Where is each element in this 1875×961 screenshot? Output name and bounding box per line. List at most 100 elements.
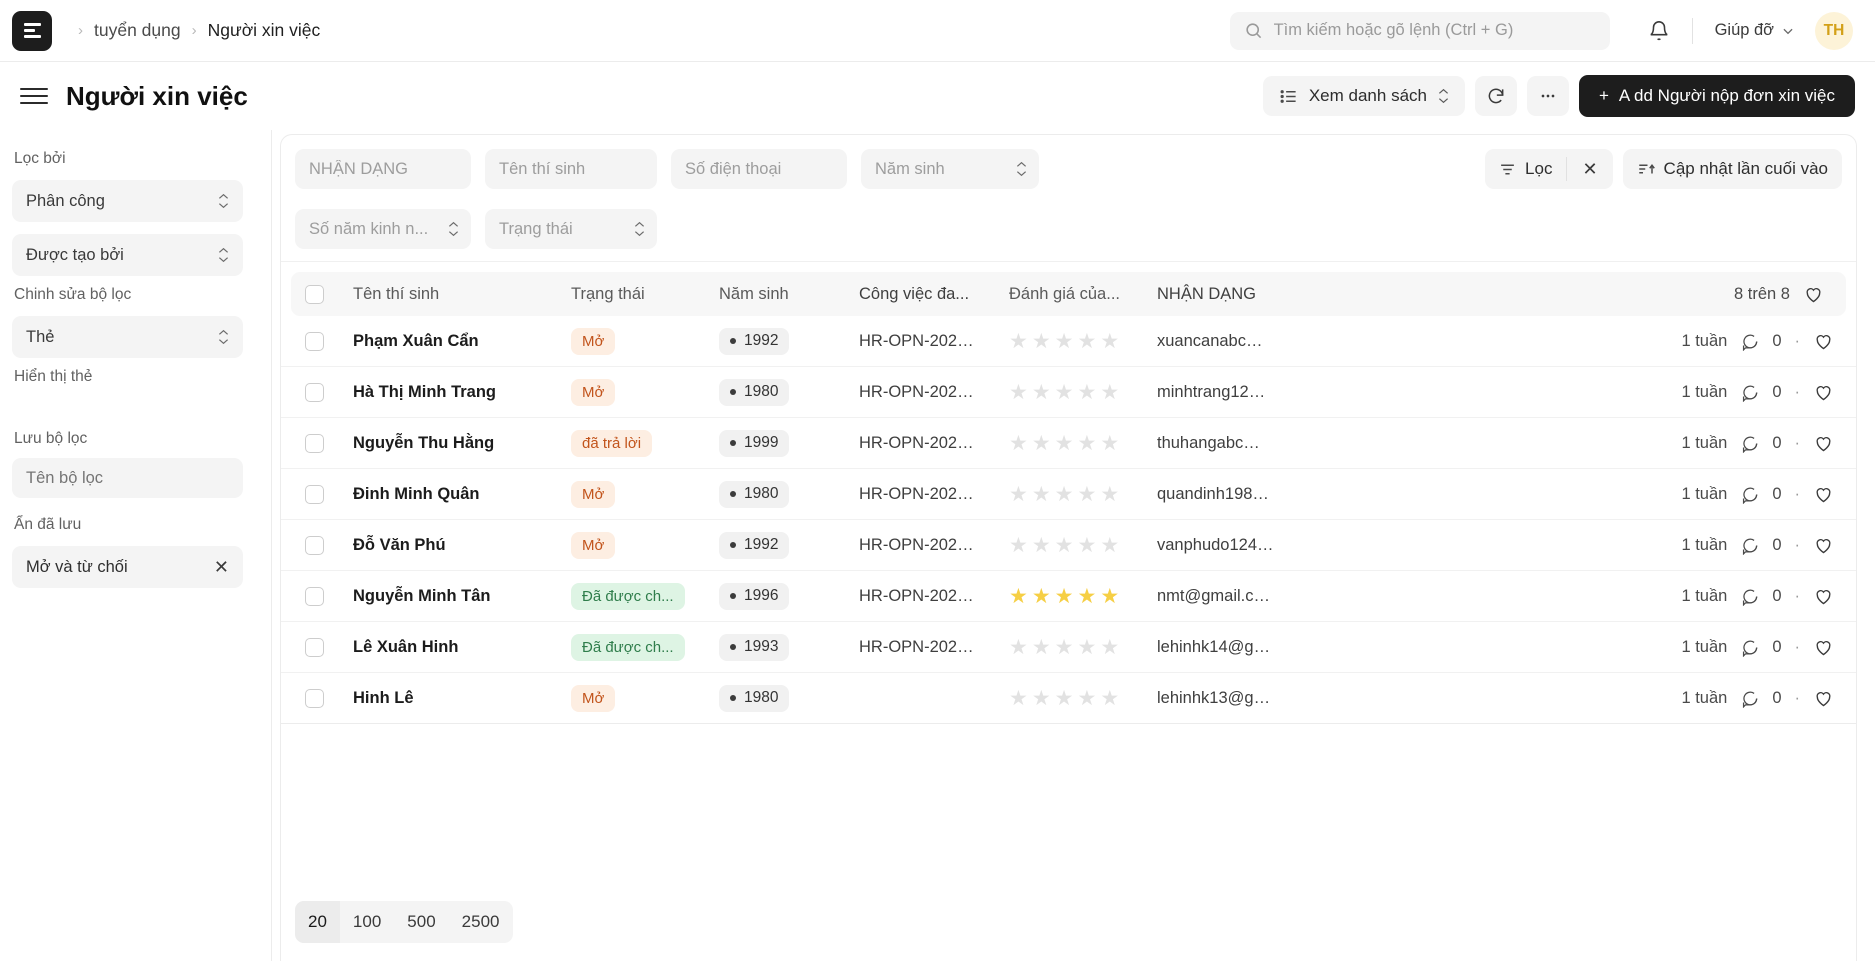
comment-icon[interactable] xyxy=(1740,332,1759,351)
created-by-select[interactable]: Được tạo bởi xyxy=(12,234,243,276)
filter-name-input[interactable] xyxy=(12,458,243,498)
comment-icon[interactable] xyxy=(1740,383,1759,402)
table-row[interactable]: Hinh Lê Mở 1980 ★ ★ ★ ★ ★ lehinhk13@g… 1 tuầ… xyxy=(281,673,1856,724)
star-icon[interactable]: ★ xyxy=(1055,433,1074,454)
rating-stars[interactable]: ★ ★ ★ ★ ★ xyxy=(1009,637,1157,658)
rating-stars[interactable]: ★ ★ ★ ★ ★ xyxy=(1009,382,1157,403)
cell-job[interactable]: HR-OPN-202… xyxy=(859,485,1009,504)
star-icon[interactable]: ★ xyxy=(1100,382,1119,403)
row-checkbox[interactable] xyxy=(305,433,324,453)
star-icon[interactable]: ★ xyxy=(1032,484,1051,505)
star-icon[interactable]: ★ xyxy=(1032,433,1051,454)
table-row[interactable]: Phạm Xuân Cẩn Mở 1992 HR-OPN-202… ★ ★ ★ ★ ★ … xyxy=(281,316,1856,367)
star-icon[interactable]: ★ xyxy=(1055,382,1074,403)
filter-year-select[interactable]: Năm sinh xyxy=(861,149,1039,189)
comment-icon[interactable] xyxy=(1740,587,1759,606)
column-header-status[interactable]: Trạng thái xyxy=(571,285,719,304)
star-icon[interactable]: ★ xyxy=(1055,637,1074,658)
row-checkbox[interactable] xyxy=(305,331,324,351)
sidebar-toggle-icon[interactable] xyxy=(20,88,48,104)
star-icon[interactable]: ★ xyxy=(1100,535,1119,556)
comment-icon[interactable] xyxy=(1740,536,1759,555)
cell-job[interactable]: HR-OPN-202… xyxy=(859,536,1009,555)
filter-button-group[interactable]: Lọc ✕ xyxy=(1485,149,1613,189)
page-size-20[interactable]: 20 xyxy=(295,901,340,943)
tag-select[interactable]: Thẻ xyxy=(12,316,243,358)
table-row[interactable]: Hà Thị Minh Trang Mở 1980 HR-OPN-202… ★ ★… xyxy=(281,367,1856,418)
heart-icon[interactable] xyxy=(1803,284,1824,305)
heart-icon[interactable] xyxy=(1813,586,1834,607)
cell-name[interactable]: Đinh Minh Quân xyxy=(353,485,571,504)
cell-job[interactable]: HR-OPN-202… xyxy=(859,587,1009,606)
star-icon[interactable]: ★ xyxy=(1077,586,1096,607)
rating-stars[interactable]: ★ ★ ★ ★ ★ xyxy=(1009,433,1157,454)
table-row[interactable]: Lê Xuân Hinh Đã được ch... 1993 HR-OPN-2… xyxy=(281,622,1856,673)
filter-phone-input[interactable] xyxy=(671,149,847,189)
page-size-500[interactable]: 500 xyxy=(394,901,448,943)
star-icon[interactable]: ★ xyxy=(1032,382,1051,403)
star-icon[interactable]: ★ xyxy=(1077,484,1096,505)
notifications-button[interactable] xyxy=(1648,20,1670,42)
avatar[interactable]: TH xyxy=(1815,11,1853,50)
rating-stars[interactable]: ★ ★ ★ ★ ★ xyxy=(1009,586,1157,607)
select-all-checkbox[interactable] xyxy=(305,284,324,304)
star-icon[interactable]: ★ xyxy=(1032,535,1051,556)
list-view-switcher[interactable]: Xem danh sách xyxy=(1262,76,1465,116)
breadcrumb-item-recruitment[interactable]: tuyển dụng xyxy=(94,20,181,41)
page-size-2500[interactable]: 2500 xyxy=(449,901,513,943)
star-icon[interactable]: ★ xyxy=(1077,688,1096,709)
row-checkbox[interactable] xyxy=(305,535,324,555)
rating-stars[interactable]: ★ ★ ★ ★ ★ xyxy=(1009,688,1157,709)
star-icon[interactable]: ★ xyxy=(1009,637,1028,658)
heart-icon[interactable] xyxy=(1813,535,1834,556)
star-icon[interactable]: ★ xyxy=(1100,331,1119,352)
star-icon[interactable]: ★ xyxy=(1032,331,1051,352)
rating-stars[interactable]: ★ ★ ★ ★ ★ xyxy=(1009,484,1157,505)
cell-id[interactable]: vanphudo124… xyxy=(1157,536,1407,555)
app-logo-icon[interactable] xyxy=(12,10,52,51)
star-icon[interactable]: ★ xyxy=(1077,331,1096,352)
filter-button[interactable]: Lọc xyxy=(1485,149,1566,189)
saved-filter-chip[interactable]: Mở và từ chối ✕ xyxy=(12,546,243,588)
cell-id[interactable]: quandinh198… xyxy=(1157,485,1407,504)
cell-job[interactable]: HR-OPN-202… xyxy=(859,638,1009,657)
show-tags-link[interactable]: Hiển thị thẻ xyxy=(14,368,243,386)
column-header-year[interactable]: Năm sinh xyxy=(719,285,859,304)
close-icon[interactable]: ✕ xyxy=(214,557,229,578)
breadcrumb-item-job-applicant[interactable]: Người xin việc xyxy=(208,20,321,41)
heart-icon[interactable] xyxy=(1813,484,1834,505)
star-icon[interactable]: ★ xyxy=(1100,586,1119,607)
star-icon[interactable]: ★ xyxy=(1032,688,1051,709)
rating-stars[interactable]: ★ ★ ★ ★ ★ xyxy=(1009,331,1157,352)
star-icon[interactable]: ★ xyxy=(1077,637,1096,658)
star-icon[interactable]: ★ xyxy=(1055,331,1074,352)
star-icon[interactable]: ★ xyxy=(1009,382,1028,403)
table-row[interactable]: Đỗ Văn Phú Mở 1992 HR-OPN-202… ★ ★ ★ ★ ★ van… xyxy=(281,520,1856,571)
star-icon[interactable]: ★ xyxy=(1009,688,1028,709)
filter-id-input[interactable] xyxy=(295,149,471,189)
star-icon[interactable]: ★ xyxy=(1055,586,1074,607)
comment-icon[interactable] xyxy=(1740,638,1759,657)
cell-job[interactable]: HR-OPN-202… xyxy=(859,332,1009,351)
row-checkbox[interactable] xyxy=(305,484,324,504)
star-icon[interactable]: ★ xyxy=(1009,484,1028,505)
add-job-applicant-button[interactable]: + A dd Người nộp đơn xin việc xyxy=(1578,75,1855,117)
sort-button-inner[interactable]: Cập nhật lần cuối vào xyxy=(1623,149,1842,189)
filter-status-select[interactable]: Trạng thái xyxy=(485,209,657,249)
cell-id[interactable]: xuancanabc… xyxy=(1157,332,1407,351)
cell-job[interactable]: HR-OPN-202… xyxy=(859,383,1009,402)
heart-icon[interactable] xyxy=(1813,382,1834,403)
comment-icon[interactable] xyxy=(1740,485,1759,504)
star-icon[interactable]: ★ xyxy=(1055,484,1074,505)
star-icon[interactable]: ★ xyxy=(1032,586,1051,607)
star-icon[interactable]: ★ xyxy=(1009,433,1028,454)
comment-icon[interactable] xyxy=(1740,689,1759,708)
filter-experience-select[interactable]: Số năm kinh n... xyxy=(295,209,471,249)
cell-job[interactable]: HR-OPN-202… xyxy=(859,434,1009,453)
row-checkbox[interactable] xyxy=(305,637,324,657)
cell-name[interactable]: Nguyễn Thu Hằng xyxy=(353,434,571,453)
star-icon[interactable]: ★ xyxy=(1100,484,1119,505)
star-icon[interactable]: ★ xyxy=(1100,637,1119,658)
column-header-name[interactable]: Tên thí sinh xyxy=(353,285,571,304)
row-checkbox[interactable] xyxy=(305,688,324,708)
